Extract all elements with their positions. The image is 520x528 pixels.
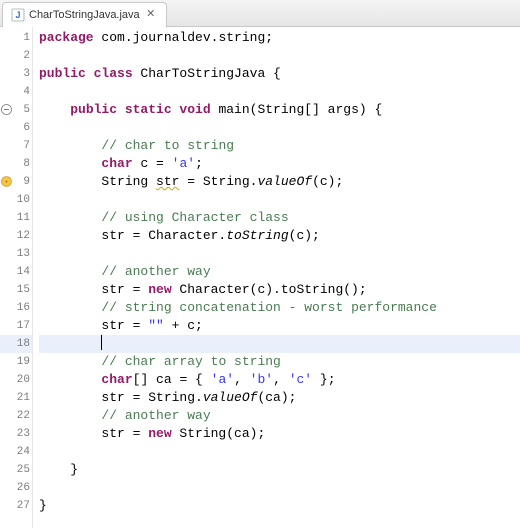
line-number: 19	[0, 353, 32, 371]
code-line[interactable]	[39, 479, 520, 497]
line-number: 10	[0, 191, 32, 209]
code-line[interactable]: char c = 'a';	[39, 155, 520, 173]
close-icon[interactable]: ✕	[144, 8, 158, 22]
line-number: 14	[0, 263, 32, 281]
line-number: 26	[0, 479, 32, 497]
code-line[interactable]	[39, 83, 520, 101]
line-number: 9	[0, 173, 32, 191]
code-line[interactable]: // using Character class	[39, 209, 520, 227]
text-caret	[101, 335, 102, 350]
line-number: 16	[0, 299, 32, 317]
line-number-gutter: 1234567891011121314151617181920212223242…	[0, 27, 33, 528]
code-line[interactable]: str = new Character(c).toString();	[39, 281, 520, 299]
code-line[interactable]: // char to string	[39, 137, 520, 155]
code-line[interactable]: // char array to string	[39, 353, 520, 371]
code-line[interactable]: str = new String(ca);	[39, 425, 520, 443]
svg-text:J: J	[15, 10, 20, 20]
code-line[interactable]: char[] ca = { 'a', 'b', 'c' };	[39, 371, 520, 389]
tab-filename: CharToStringJava.java	[29, 9, 140, 21]
warning-icon	[1, 176, 12, 187]
code-editor[interactable]: 1234567891011121314151617181920212223242…	[0, 27, 520, 528]
line-number: 27	[0, 497, 32, 515]
code-line[interactable]: String str = String.valueOf(c);	[39, 173, 520, 191]
line-number: 3	[0, 65, 32, 83]
java-file-icon: J	[11, 8, 25, 22]
code-line[interactable]: package com.journaldev.string;	[39, 29, 520, 47]
code-line[interactable]	[39, 191, 520, 209]
line-number: 24	[0, 443, 32, 461]
code-line[interactable]	[39, 443, 520, 461]
line-number: 20	[0, 371, 32, 389]
code-line[interactable]: // string concatenation - worst performa…	[39, 299, 520, 317]
line-number: 13	[0, 245, 32, 263]
code-area[interactable]: package com.journaldev.string; public cla…	[33, 27, 520, 528]
code-line[interactable]: // another way	[39, 263, 520, 281]
tab-bar: J CharToStringJava.java ✕	[0, 0, 520, 27]
code-line[interactable]: public static void main(String[] args) {	[39, 101, 520, 119]
line-number: 6	[0, 119, 32, 137]
line-number: 12	[0, 227, 32, 245]
code-line[interactable]: str = Character.toString(c);	[39, 227, 520, 245]
line-number: 18	[0, 335, 32, 353]
code-line[interactable]: str = String.valueOf(ca);	[39, 389, 520, 407]
code-line[interactable]: // another way	[39, 407, 520, 425]
fold-icon[interactable]	[1, 104, 12, 115]
line-number: 8	[0, 155, 32, 173]
line-number: 23	[0, 425, 32, 443]
line-number: 4	[0, 83, 32, 101]
line-number: 25	[0, 461, 32, 479]
line-number: 7	[0, 137, 32, 155]
line-number: 15	[0, 281, 32, 299]
code-line[interactable]: }	[39, 497, 520, 515]
code-line[interactable]	[39, 119, 520, 137]
editor-tab[interactable]: J CharToStringJava.java ✕	[2, 2, 167, 28]
line-number: 11	[0, 209, 32, 227]
code-line[interactable]	[39, 335, 520, 353]
line-number: 21	[0, 389, 32, 407]
code-line[interactable]	[39, 245, 520, 263]
line-number: 5	[0, 101, 32, 119]
line-number: 22	[0, 407, 32, 425]
code-line[interactable]: str = "" + c;	[39, 317, 520, 335]
code-line[interactable]: }	[39, 461, 520, 479]
code-line[interactable]: public class CharToStringJava {	[39, 65, 520, 83]
code-line[interactable]	[39, 47, 520, 65]
line-number: 1	[0, 29, 32, 47]
line-number: 17	[0, 317, 32, 335]
line-number: 2	[0, 47, 32, 65]
